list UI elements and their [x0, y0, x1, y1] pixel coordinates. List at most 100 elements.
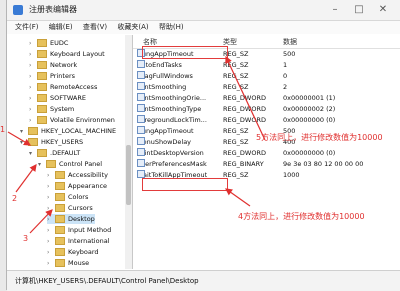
tree-node-label: Keyboard	[68, 248, 99, 256]
expand-arrow-icon[interactable]: ▾	[29, 149, 35, 159]
tree-node[interactable]: › Accessibility	[47, 170, 108, 180]
tree-node[interactable]: ▾ HKEY_LOCAL_MACHINE	[20, 126, 116, 136]
tree-node[interactable]: › Colors	[47, 192, 88, 202]
expand-arrow-icon[interactable]: ▾	[20, 138, 26, 148]
menu-view[interactable]: 查看(V)	[83, 21, 107, 34]
expand-arrow-icon[interactable]: ›	[47, 193, 53, 203]
registry-app-icon	[13, 5, 23, 15]
tree-node[interactable]: ▾ HKEY_USERS	[20, 137, 83, 147]
value-type: REG_DWORD	[223, 105, 266, 113]
expand-arrow-icon[interactable]: ▾	[20, 127, 26, 137]
tree-scrollbar-thumb[interactable]	[126, 145, 131, 205]
value-data: 1000	[283, 171, 300, 179]
value-row[interactable]: FontSmoothingType REG_DWORD 0x00000002 (2)	[133, 104, 400, 114]
value-data: 1	[283, 61, 288, 69]
tree-node[interactable]: ▾ Control Panel	[38, 159, 102, 169]
tree-node[interactable]: › Volatile Environmen	[29, 115, 115, 125]
tree-node[interactable]: › EUDC	[29, 38, 68, 48]
value-data: 0x00000002 (2)	[283, 105, 336, 113]
expand-arrow-icon[interactable]: ›	[47, 215, 53, 225]
tree-node-label: Input Method	[68, 226, 112, 234]
tree-node-label: Mouse	[68, 259, 90, 267]
folder-icon	[37, 105, 47, 113]
value-name-cell: DragFullWindows	[137, 71, 193, 81]
expand-arrow-icon[interactable]: ›	[47, 171, 53, 181]
expand-arrow-icon[interactable]: ›	[29, 50, 35, 60]
expand-arrow-icon[interactable]: ›	[47, 259, 53, 269]
expand-arrow-icon[interactable]: ›	[29, 72, 35, 82]
tree-node-label: EUDC	[50, 39, 69, 47]
value-row[interactable]: AutoEndTasks REG_SZ 1	[133, 60, 400, 70]
tree-node[interactable]: › Appearance	[47, 181, 107, 191]
folder-icon	[37, 39, 47, 47]
value-row[interactable]: DragFullWindows REG_SZ 0	[133, 71, 400, 81]
tree-node[interactable]: › Cursors	[47, 203, 93, 213]
tree-node-label: HKEY_USERS	[41, 138, 84, 146]
highlight-waittokillapptimeout	[142, 178, 228, 191]
menu-file[interactable]: 文件(F)	[15, 21, 39, 34]
value-row[interactable]: ForegroundLockTim... REG_DWORD 0x00000000 …	[133, 115, 400, 125]
tree-node-label: Desktop	[68, 215, 95, 223]
expand-arrow-icon[interactable]: ›	[47, 182, 53, 192]
tree-node-label: HKEY_LOCAL_MACHINE	[41, 127, 117, 135]
tree-scrollbar[interactable]	[125, 35, 132, 269]
value-data: 0x00000000 (0)	[283, 149, 336, 157]
expand-arrow-icon[interactable]: ›	[47, 204, 53, 214]
value-type: REG_DWORD	[223, 94, 266, 102]
menu-bar: 文件(F) 编辑(E) 查看(V) 收藏夹(A) 帮助(H)	[7, 21, 400, 34]
expand-arrow-icon[interactable]: ›	[29, 94, 35, 104]
tree-node[interactable]: › Network	[29, 60, 77, 70]
expand-arrow-icon[interactable]: ›	[29, 83, 35, 93]
folder-icon	[55, 193, 65, 201]
tree-node[interactable]: › Desktop	[47, 214, 95, 224]
tree-node-label: Network	[50, 61, 78, 69]
close-button[interactable]: ✕	[373, 2, 393, 18]
menu-edit[interactable]: 编辑(E)	[49, 21, 73, 34]
value-data: 9e 3e 03 80 12 00 00 00	[283, 160, 364, 168]
value-row[interactable]: FontSmoothing REG_SZ 2	[133, 82, 400, 92]
tree-node[interactable]: › Input Method	[47, 225, 111, 235]
menu-help[interactable]: 帮助(H)	[159, 21, 184, 34]
folder-icon	[55, 226, 65, 234]
tree-node[interactable]: › International	[47, 236, 110, 246]
folder-icon	[55, 182, 65, 190]
value-row[interactable]: FontSmoothingOrie... REG_DWORD 0x00000001 …	[133, 93, 400, 103]
expand-arrow-icon[interactable]: ›	[29, 105, 35, 115]
tree-node[interactable]: › Printers	[29, 71, 75, 81]
value-name: UserPreferencesMask	[137, 160, 207, 168]
folder-icon	[37, 72, 47, 80]
value-name: FontSmoothingType	[137, 105, 202, 113]
value-row[interactable]: UserPreferencesMask REG_BINARY 9e 3e 03 80…	[133, 159, 400, 169]
expand-arrow-icon[interactable]: ›	[47, 226, 53, 236]
value-name-cell: MenuShowDelay	[137, 137, 191, 147]
annotation-step-5: 5方法同上，进行修改数值为10000	[256, 133, 383, 142]
tree-node[interactable]: › Keyboard Layout	[29, 49, 105, 59]
column-data[interactable]: 数据	[283, 37, 297, 47]
menu-favorites[interactable]: 收藏夹(A)	[117, 21, 148, 34]
expand-arrow-icon[interactable]: ›	[29, 61, 35, 71]
expand-arrow-icon[interactable]: ›	[47, 248, 53, 258]
value-row[interactable]: PaintDesktopVersion REG_DWORD 0x00000000 (…	[133, 148, 400, 158]
minimize-button[interactable]: –	[325, 2, 345, 18]
folder-icon	[55, 259, 65, 267]
tree-node[interactable]: › Mouse	[47, 258, 89, 268]
tree-node[interactable]: ▾ .DEFAULT	[29, 148, 80, 158]
expand-arrow-icon[interactable]: ›	[47, 237, 53, 247]
value-name-cell: ForegroundLockTim...	[137, 115, 207, 125]
expand-arrow-icon[interactable]: ›	[29, 116, 35, 126]
tree-node-label: Keyboard Layout	[50, 50, 105, 58]
expand-arrow-icon[interactable]: ›	[29, 39, 35, 49]
value-type: REG_DWORD	[223, 116, 266, 124]
tree-node[interactable]: › RemoteAccess	[29, 82, 97, 92]
tree-node-label: Colors	[68, 193, 89, 201]
annotation-step-2: 2	[12, 194, 18, 203]
value-name: PaintDesktopVersion	[137, 149, 204, 157]
expand-arrow-icon[interactable]: ▾	[38, 160, 44, 170]
tree-node[interactable]: › Keyboard	[47, 247, 99, 257]
tree-node[interactable]: › System	[29, 104, 74, 114]
maximize-button[interactable]: □	[349, 2, 369, 18]
tree-node[interactable]: › SOFTWARE	[29, 93, 86, 103]
tree-node-label: Accessibility	[68, 171, 108, 179]
tree-node-label: System	[50, 105, 75, 113]
folder-icon	[37, 149, 47, 157]
